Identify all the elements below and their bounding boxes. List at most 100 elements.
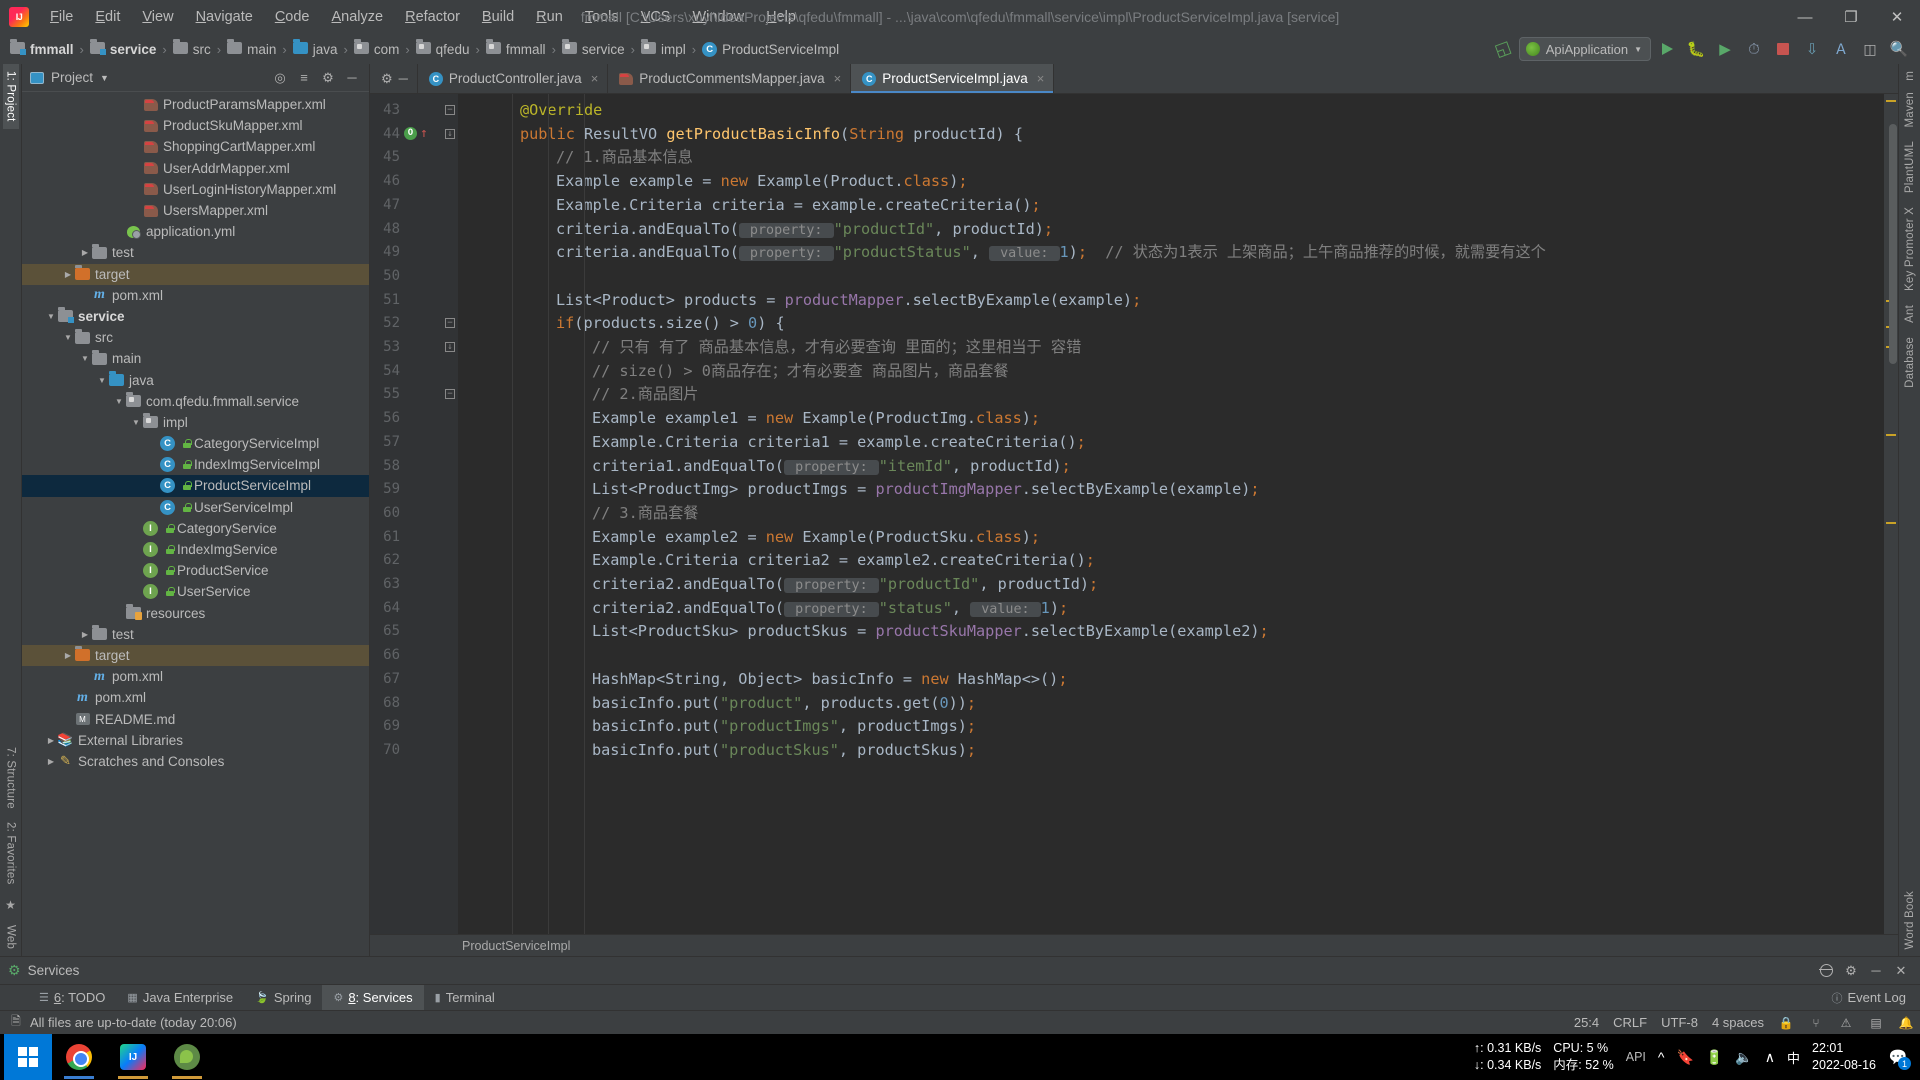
- sidebar-item-project[interactable]: 1: Project: [2, 64, 19, 129]
- tree-expand-arrow[interactable]: ▶: [62, 270, 74, 279]
- menu-item-view[interactable]: View: [131, 6, 184, 28]
- start-button[interactable]: [4, 1034, 52, 1080]
- tree-expand-arrow[interactable]: ▼: [113, 397, 125, 406]
- layout-icon[interactable]: ◫: [1857, 37, 1883, 61]
- close-icon[interactable]: ×: [591, 71, 599, 86]
- project-tree[interactable]: ProductParamsMapper.xml ProductSkuMapper.…: [22, 92, 369, 956]
- language-icon[interactable]: Ａ: [1828, 37, 1854, 61]
- taskbar-app-chrome[interactable]: [52, 1034, 106, 1080]
- tree-item-usersmapper-xml[interactable]: UsersMapper.xml: [22, 200, 369, 221]
- tree-item-resources[interactable]: resources: [22, 603, 369, 624]
- event-log-button[interactable]: ⓘ Event Log: [1820, 985, 1920, 1010]
- code-line[interactable]: Example example2 = new Example(ProductSk…: [484, 529, 1040, 545]
- search-everywhere-icon[interactable]: 🔍: [1886, 37, 1912, 61]
- tree-item-userserviceimpl[interactable]: C UserServiceImpl: [22, 497, 369, 518]
- menu-item-tools[interactable]: Tools: [574, 6, 630, 28]
- menu-item-navigate[interactable]: Navigate: [185, 6, 264, 28]
- code-line[interactable]: Example.Criteria criteria2 = example2.cr…: [484, 553, 1095, 568]
- override-marker-icon[interactable]: O: [404, 126, 417, 140]
- chevron-down-icon[interactable]: ▼: [100, 73, 109, 83]
- tree-item-productserviceimpl[interactable]: C ProductServiceImpl: [22, 475, 369, 497]
- tree-item-productskumapper-xml[interactable]: ProductSkuMapper.xml: [22, 115, 369, 136]
- tree-expand-arrow[interactable]: ▼: [62, 333, 74, 342]
- code-line[interactable]: criteria.andEqualTo( property: "productI…: [484, 221, 1053, 238]
- build-hammer-icon[interactable]: ◱: [1486, 33, 1519, 64]
- menu-item-help[interactable]: Help: [755, 6, 807, 28]
- clock[interactable]: 22:01 2022-08-16: [1812, 1040, 1876, 1075]
- code-fold-toggle[interactable]: −: [444, 104, 456, 115]
- sidebar-item-key-promoter[interactable]: Key Promoter X: [1902, 200, 1918, 298]
- tree-item-categoryservice[interactable]: I CategoryService: [22, 518, 369, 539]
- tree-item-shoppingcartmapper-xml[interactable]: ShoppingCartMapper.xml: [22, 136, 369, 157]
- memory-indicator-icon[interactable]: ▤: [1868, 1016, 1884, 1030]
- tree-item-test[interactable]: ▶ test: [22, 624, 369, 645]
- breadcrumb-item-service[interactable]: service: [89, 38, 156, 57]
- tree-item-src[interactable]: ▼ src: [22, 327, 369, 348]
- bottom-tab-8-services[interactable]: ⚙ 8: Services: [322, 985, 424, 1010]
- tree-item-indeximgserviceimpl[interactable]: C IndexImgServiceImpl: [22, 454, 369, 475]
- locate-target-icon[interactable]: ◎: [269, 67, 291, 89]
- taskbar-app-intellij[interactable]: [106, 1034, 160, 1080]
- tree-item-target[interactable]: ▶ target: [22, 263, 369, 285]
- editor-tab-productserviceimpl-java[interactable]: C ProductServiceImpl.java ×: [851, 64, 1055, 93]
- tree-item-service[interactable]: ▼ service: [22, 306, 369, 327]
- globe-icon[interactable]: [1815, 960, 1837, 982]
- caret-position[interactable]: 25:4: [1574, 1015, 1599, 1030]
- menu-item-run[interactable]: Run: [525, 6, 574, 28]
- menu-item-refactor[interactable]: Refactor: [394, 6, 471, 28]
- sidebar-item-ant[interactable]: Ant: [1902, 298, 1918, 330]
- gear-icon[interactable]: ⚙: [381, 71, 393, 87]
- tree-item-readme-md[interactable]: README.md: [22, 708, 369, 729]
- tree-expand-arrow[interactable]: ▼: [96, 376, 108, 385]
- network-icon[interactable]: ∧: [1765, 1049, 1775, 1066]
- editor-breadcrumb[interactable]: ProductServiceImpl: [370, 934, 1898, 956]
- tree-item-userloginhistorymapper-xml[interactable]: UserLoginHistoryMapper.xml: [22, 179, 369, 200]
- indent-setting[interactable]: 4 spaces: [1712, 1015, 1764, 1030]
- breadcrumb-item-qfedu[interactable]: qfedu: [415, 38, 469, 57]
- tree-item-java[interactable]: ▼ java: [22, 369, 369, 390]
- editor-tab-productcontroller-java[interactable]: C ProductController.java ×: [418, 64, 609, 93]
- editor-gutter[interactable]: 43 − 44 O ↑ ↓ 45 46 47 48 49 50 51 52 − 53 ↓ 54 55 − 56 57 58 5…: [370, 94, 458, 934]
- code-line[interactable]: criteria1.andEqualTo( property: "itemId"…: [484, 458, 1071, 475]
- bottom-tab-java-enterprise[interactable]: ▦ Java Enterprise: [116, 985, 244, 1010]
- code-line[interactable]: // 2.商品图片: [484, 387, 698, 402]
- tree-item-productparamsmapper-xml[interactable]: ProductParamsMapper.xml: [22, 94, 369, 115]
- bottom-tab-6-todo[interactable]: ☰ 6: TODO: [28, 985, 116, 1010]
- stop-button[interactable]: [1770, 37, 1796, 61]
- tree-item-test[interactable]: ▶ test: [22, 242, 369, 263]
- profiler-button[interactable]: ⏱: [1741, 37, 1767, 61]
- code-line[interactable]: if(products.size() > 0) {: [484, 316, 785, 331]
- code-line[interactable]: // 1.商品基本信息: [484, 150, 693, 165]
- breadcrumb-item-impl[interactable]: impl: [641, 38, 686, 57]
- code-line[interactable]: // 只有 有了 商品基本信息，才有必要查询 里面的；这里相当于 容错: [484, 339, 1081, 355]
- network-speed-indicator[interactable]: ↑: 0.31 KB/s ↓: 0.34 KB/s: [1474, 1040, 1541, 1074]
- tree-expand-arrow[interactable]: ▶: [79, 630, 91, 639]
- git-branch-icon[interactable]: ⑂: [1808, 1016, 1824, 1030]
- code-line[interactable]: List<Product> products = productMapper.s…: [484, 292, 1141, 308]
- tree-item-indeximgservice[interactable]: I IndexImgService: [22, 539, 369, 560]
- run-button[interactable]: [1654, 37, 1680, 61]
- menu-item-edit[interactable]: Edit: [84, 6, 131, 28]
- tree-item-com-qfedu-fmmall-service[interactable]: ▼ com.qfedu.fmmall.service: [22, 391, 369, 412]
- run-with-coverage-button[interactable]: ▶: [1712, 37, 1738, 61]
- code-fold-toggle[interactable]: ↓: [444, 341, 456, 352]
- file-encoding[interactable]: UTF-8: [1661, 1015, 1698, 1030]
- close-icon[interactable]: ×: [834, 71, 842, 86]
- code-line[interactable]: // 3.商品套餐: [484, 505, 698, 521]
- tree-item-target[interactable]: ▶ target: [22, 644, 369, 667]
- breadcrumb-item-service[interactable]: service: [561, 38, 625, 57]
- close-panel-icon[interactable]: ✕: [1890, 960, 1912, 982]
- code-line[interactable]: criteria2.andEqualTo( property: "product…: [484, 576, 1098, 593]
- tree-item-pom-xml[interactable]: m pom.xml: [22, 285, 369, 306]
- gear-icon[interactable]: ⚙: [317, 67, 339, 89]
- code-line[interactable]: public ResultVO getProductBasicInfo(Stri…: [484, 126, 1023, 142]
- menu-item-vcs[interactable]: VCS: [630, 6, 682, 28]
- code-line[interactable]: Example.Criteria criteria = example.crea…: [484, 197, 1041, 213]
- line-separator[interactable]: CRLF: [1613, 1015, 1647, 1030]
- menu-item-window[interactable]: Window: [681, 6, 755, 28]
- tree-item-pom-xml[interactable]: m pom.xml: [22, 666, 369, 687]
- tree-expand-arrow[interactable]: ▶: [62, 651, 74, 660]
- menu-item-build[interactable]: Build: [471, 6, 525, 28]
- menu-item-analyze[interactable]: Analyze: [321, 6, 395, 28]
- code-line[interactable]: criteria.andEqualTo( property: "productS…: [484, 245, 1546, 262]
